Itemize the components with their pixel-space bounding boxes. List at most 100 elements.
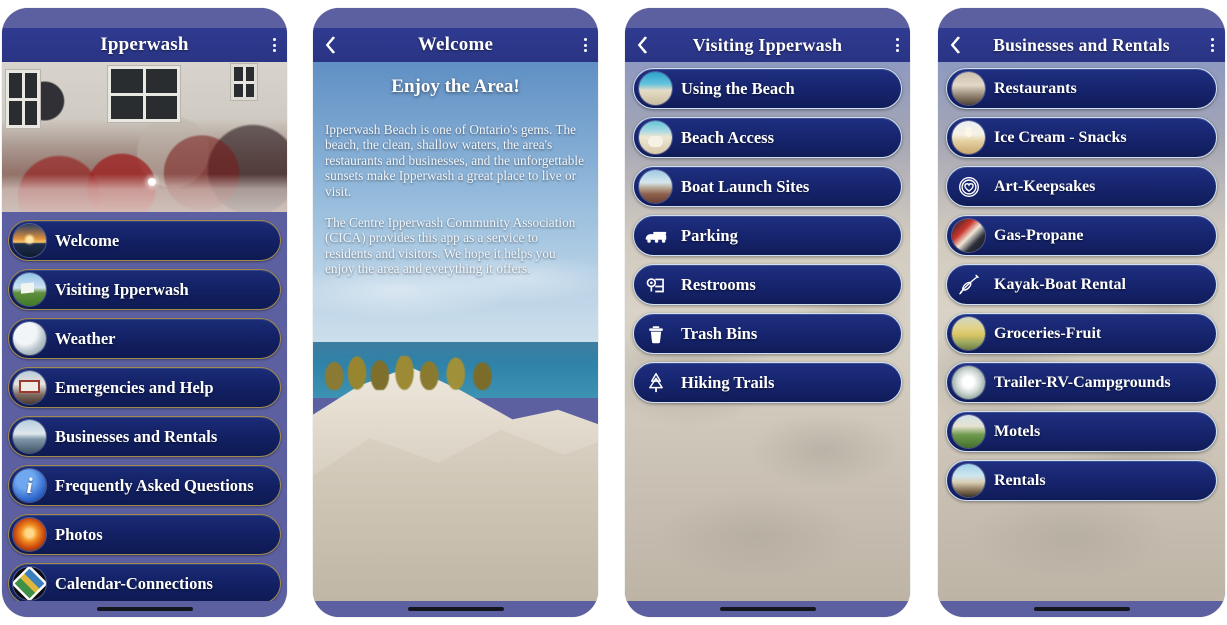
menu-item-weather[interactable]: Weather <box>8 318 281 359</box>
art-heart-badge-icon <box>952 170 985 203</box>
menu-item-welcome[interactable]: Welcome <box>8 220 281 261</box>
menu-item-label: Gas-Propane <box>994 226 1084 244</box>
kebab-menu-icon[interactable] <box>896 38 899 52</box>
menu-item-visiting-ipperwash[interactable]: Visiting Ipperwash <box>8 269 281 310</box>
app-header: Visiting Ipperwash <box>625 28 910 62</box>
chevron-left-icon[interactable] <box>949 35 963 55</box>
phone-bezel-top <box>938 8 1225 28</box>
menu-item-parking[interactable]: Parking <box>633 215 902 256</box>
motel-thumbnail-icon <box>952 415 985 448</box>
car-parking-icon <box>639 219 672 252</box>
menu-item-businesses-and-rentals[interactable]: Businesses and Rentals <box>8 416 281 457</box>
app-header: Businesses and Rentals <box>938 28 1225 62</box>
menu-item-rentals[interactable]: Rentals <box>946 460 1217 501</box>
menu-item-gas-propane[interactable]: Gas-Propane <box>946 215 1217 256</box>
hero-photo <box>2 62 287 212</box>
calendar-diamond-icon <box>13 567 46 600</box>
dune-grass <box>319 356 509 390</box>
weather-thumbnail-icon <box>13 322 46 355</box>
kebab-menu-icon[interactable] <box>1211 38 1214 52</box>
menu-item-boat-launch-sites[interactable]: Boat Launch Sites <box>633 166 902 207</box>
menu-item-label: Frequently Asked Questions <box>55 475 254 495</box>
chevron-left-icon[interactable] <box>636 35 650 55</box>
info-thumbnail-icon <box>13 469 46 502</box>
menu-item-label: Using the Beach <box>681 78 795 98</box>
menu-item-emergencies-and-help[interactable]: Emergencies and Help <box>8 367 281 408</box>
chevron-left-icon[interactable] <box>324 35 338 55</box>
menu-item-label: Photos <box>55 524 103 544</box>
phone-visiting: Visiting Ipperwash Using the Beach Beach… <box>625 8 910 617</box>
kebab-menu-icon[interactable] <box>584 38 587 52</box>
sunset-thumbnail-icon <box>13 224 46 257</box>
home-indicator[interactable] <box>1033 607 1130 611</box>
rental-cottage-thumbnail-icon <box>952 464 985 497</box>
page-title: Ipperwash <box>100 34 189 55</box>
restaurant-thumbnail-icon <box>952 72 985 105</box>
window-decor-icon <box>6 70 40 128</box>
menu-item-label: Calendar-Connections <box>55 573 213 593</box>
menu-item-label: Rentals <box>994 471 1046 489</box>
window-decor-icon <box>108 66 180 122</box>
menu-item-label: Emergencies and Help <box>55 377 214 397</box>
menu-item-label: Hiking Trails <box>681 372 775 392</box>
menu-item-photos[interactable]: Photos <box>8 514 281 555</box>
menu-item-label: Kayak-Boat Rental <box>994 275 1126 293</box>
menu-item-label: Beach Access <box>681 127 775 147</box>
phone-bezel-top <box>625 8 910 28</box>
menu-item-frequently-asked-questions[interactable]: Frequently Asked Questions <box>8 465 281 506</box>
menu-item-label: Trailer-RV-Campgrounds <box>994 373 1171 391</box>
welcome-paragraph-1: Ipperwash Beach is one of Ontario's gems… <box>325 122 584 199</box>
menu-item-ice-cream-snacks[interactable]: Ice Cream - Snacks <box>946 117 1217 158</box>
menu-item-using-the-beach[interactable]: Using the Beach <box>633 68 902 109</box>
home-menu-list: Welcome Visiting Ipperwash Weather Emerg… <box>2 212 287 601</box>
screen-welcome: Enjoy the Area! Ipperwash Beach is one o… <box>313 62 598 601</box>
phone-home: Ipperwash Welcome Visiting Ipperwash Wea… <box>2 8 287 617</box>
campground-thumbnail-icon <box>952 366 985 399</box>
menu-item-trash-bins[interactable]: Trash Bins <box>633 313 902 354</box>
screen-home: Welcome Visiting Ipperwash Weather Emerg… <box>2 62 287 601</box>
phone-bezel-bottom <box>313 601 598 617</box>
visiting-menu-list: Using the Beach Beach Access Boat Launch… <box>625 62 910 403</box>
menu-item-groceries-fruit[interactable]: Groceries-Fruit <box>946 313 1217 354</box>
menu-item-restrooms[interactable]: Restrooms <box>633 264 902 305</box>
phone-businesses: Businesses and Rentals Restaurants Ice C… <box>938 8 1225 617</box>
menu-item-kayak-boat-rental[interactable]: Kayak-Boat Rental <box>946 264 1217 305</box>
kebab-menu-icon[interactable] <box>273 38 276 52</box>
home-indicator[interactable] <box>407 607 504 611</box>
menu-item-label: Ice Cream - Snacks <box>994 128 1127 146</box>
table-decor <box>2 174 287 212</box>
beach-thumbnail-icon <box>639 72 672 105</box>
menu-item-label: Visiting Ipperwash <box>55 279 189 299</box>
menu-item-hiking-trails[interactable]: Hiking Trails <box>633 362 902 403</box>
phone-bezel-bottom <box>938 601 1225 617</box>
home-indicator[interactable] <box>96 607 193 611</box>
screen-businesses: Restaurants Ice Cream - Snacks Art-Keeps… <box>938 62 1225 601</box>
menu-item-trailer-rv-campgrounds[interactable]: Trailer-RV-Campgrounds <box>946 362 1217 403</box>
phone-bezel-bottom <box>2 601 287 617</box>
page-title: Welcome <box>417 34 494 55</box>
phone-bezel-top <box>313 8 598 28</box>
ice-cream-thumbnail-icon <box>952 121 985 154</box>
menu-item-label: Motels <box>994 422 1041 440</box>
village-thumbnail-icon <box>13 273 46 306</box>
home-indicator[interactable] <box>719 607 816 611</box>
welcome-heading: Enjoy the Area! <box>391 76 520 97</box>
menu-item-art-keepsakes[interactable]: Art-Keepsakes <box>946 166 1217 207</box>
menu-item-label: Businesses and Rentals <box>55 426 218 446</box>
menu-item-label: Restrooms <box>681 274 756 294</box>
window-decor-icon <box>231 64 257 100</box>
phone-bezel-top <box>2 8 287 28</box>
menu-item-label: Parking <box>681 225 738 245</box>
screen-visiting: Using the Beach Beach Access Boat Launch… <box>625 62 910 601</box>
menu-item-calendar-connections[interactable]: Calendar-Connections <box>8 563 281 601</box>
menu-item-label: Restaurants <box>994 79 1077 97</box>
menu-item-label: Art-Keepsakes <box>994 177 1096 195</box>
screenshot-root: Ipperwash Welcome Visiting Ipperwash Wea… <box>0 0 1227 625</box>
pine-tree-hiking-icon <box>639 366 672 399</box>
camera-flash-dot-icon <box>148 178 156 186</box>
menu-item-motels[interactable]: Motels <box>946 411 1217 452</box>
phone-welcome: Welcome Enjoy the Area! Ipperwash Beach … <box>313 8 598 617</box>
menu-item-restaurants[interactable]: Restaurants <box>946 68 1217 109</box>
menu-item-label: Trash Bins <box>681 323 758 343</box>
menu-item-beach-access[interactable]: Beach Access <box>633 117 902 158</box>
